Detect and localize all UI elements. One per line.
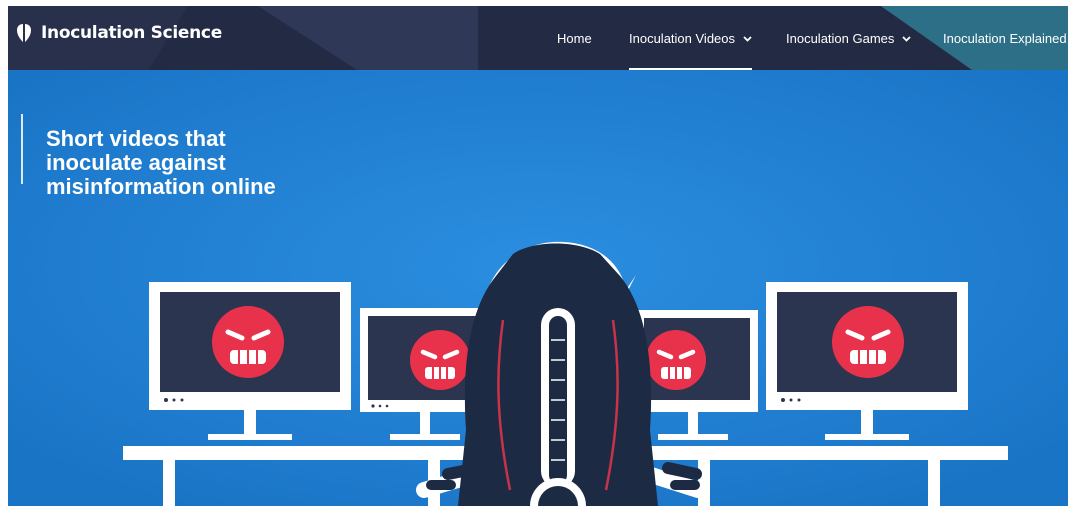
nav-item-inoculation-games[interactable]: Inoculation Games [786,6,912,70]
header-decor-slab [258,6,478,70]
hero-banner: Short videos that inoculate against misi… [8,70,1068,506]
shield-icon [17,24,31,42]
page: Inoculation Science Home Inoculation Vid… [8,6,1068,506]
nav-item-home[interactable]: Home [557,6,592,70]
nav-item-label: Inoculation Videos [629,30,736,46]
nav-item-label: Home [557,30,592,46]
hero-title-line: inoculate against [46,149,226,175]
nav-item-label: Inoculation Explained [943,30,1067,46]
nav-item-inoculation-explained[interactable]: Inoculation Explained [943,6,1067,70]
top-navigation-bar: Inoculation Science Home Inoculation Vid… [8,6,1068,70]
chevron-down-icon [743,35,752,42]
hero-title: Short videos that inoculate against misi… [46,125,376,199]
brand-name: Inoculation Science [41,23,222,43]
hero-title-line: Short videos that [46,125,226,151]
nav-item-label: Inoculation Games [786,30,895,46]
hero-accent-rule [21,114,23,184]
hero-title-line: misinformation online [46,173,276,199]
brand-logo-link[interactable]: Inoculation Science [16,23,222,43]
nav-item-inoculation-videos[interactable]: Inoculation Videos [629,6,753,70]
chevron-down-icon [902,35,912,42]
